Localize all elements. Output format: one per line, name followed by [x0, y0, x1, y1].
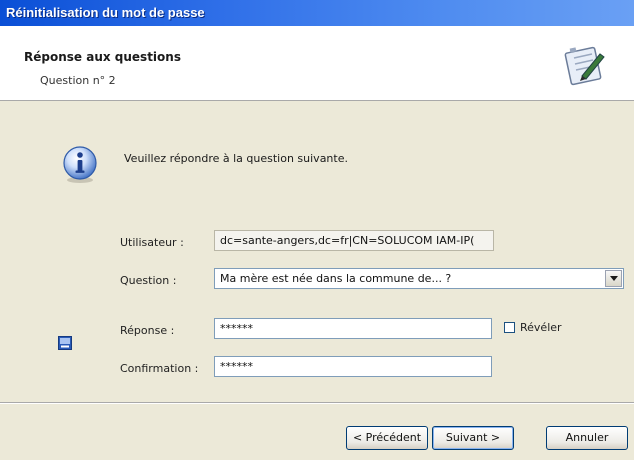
next-button[interactable]: Suivant > [432, 426, 514, 450]
header-subtitle: Question n° 2 [40, 74, 116, 87]
user-label: Utilisateur : [120, 236, 184, 249]
instruction-text: Veuillez répondre à la question suivante… [124, 152, 348, 165]
question-select[interactable]: Ma mère est née dans la commune de... ? [214, 268, 624, 289]
reveal-label[interactable]: Révéler [520, 321, 562, 334]
window-title: Réinitialisation du mot de passe [6, 5, 205, 20]
header-title: Réponse aux questions [24, 50, 181, 64]
keyboard-icon [58, 336, 72, 350]
answer-input[interactable]: ****** [214, 318, 492, 339]
dropdown-button[interactable] [605, 270, 622, 287]
info-icon [63, 146, 97, 183]
question-select-value: Ma mère est née dans la commune de... ? [220, 272, 452, 285]
cancel-button[interactable]: Annuler [546, 426, 628, 450]
question-label: Question : [120, 274, 177, 287]
password-reset-dialog: Réinitialisation du mot de passe Réponse… [0, 0, 634, 460]
title-bar[interactable]: Réinitialisation du mot de passe [0, 0, 634, 26]
wizard-header: Réponse aux questions Question n° 2 [0, 26, 634, 101]
confirm-input[interactable]: ****** [214, 356, 492, 377]
user-field[interactable]: dc=sante-angers,dc=fr|CN=SOLUCOM IAM-IP( [214, 230, 494, 251]
wizard-notepad-icon [564, 46, 605, 86]
footer-divider [0, 402, 634, 404]
chevron-down-icon [610, 276, 618, 281]
previous-button[interactable]: < Précédent [346, 426, 428, 450]
answer-label: Réponse : [120, 324, 175, 337]
confirm-label: Confirmation : [120, 362, 199, 375]
reveal-checkbox[interactable] [504, 322, 515, 333]
